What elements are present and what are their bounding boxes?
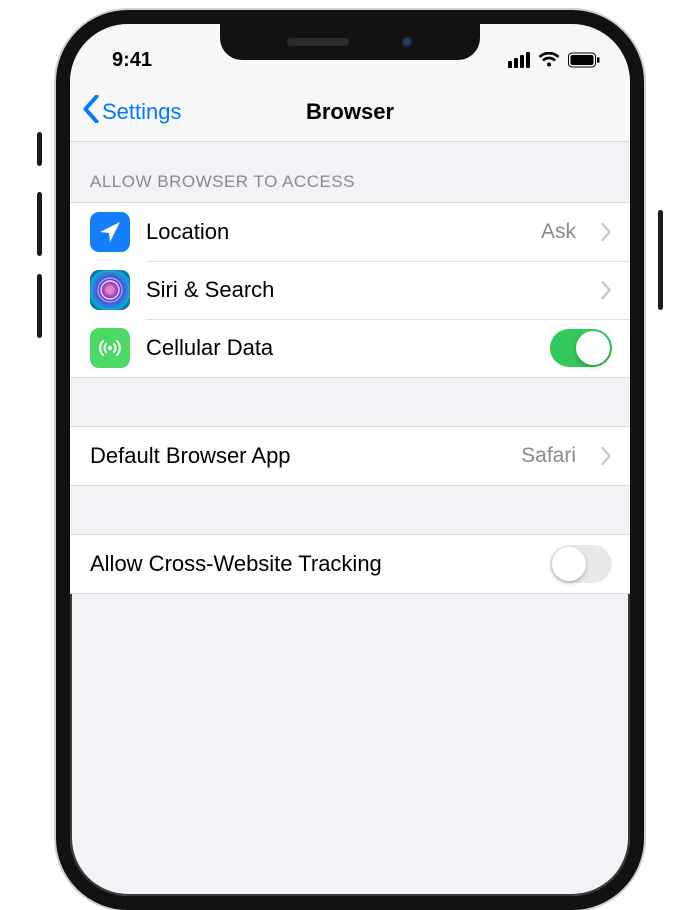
row-value: Safari (521, 444, 576, 468)
siri-icon (90, 270, 130, 310)
row-value: Ask (541, 220, 576, 244)
chevron-left-icon (82, 95, 100, 129)
row-label: Siri & Search (146, 277, 576, 303)
row-label: Default Browser App (90, 443, 505, 469)
location-icon (90, 212, 130, 252)
settings-group-privacy: Allow Cross-Website Tracking (70, 534, 630, 594)
cross-tracking-toggle[interactable] (550, 545, 612, 583)
chevron-right-icon (600, 281, 612, 299)
section-header-access: ALLOW BROWSER TO ACCESS (70, 142, 630, 202)
notch (220, 24, 480, 60)
cellular-data-icon (90, 328, 130, 368)
row-default-browser[interactable]: Default Browser App Safari (70, 427, 630, 485)
row-cross-website-tracking: Allow Cross-Website Tracking (70, 535, 630, 593)
battery-icon (568, 52, 600, 68)
row-cellular-data: Cellular Data (70, 319, 630, 377)
cellular-data-toggle[interactable] (550, 329, 612, 367)
back-button[interactable]: Settings (82, 95, 182, 129)
back-label: Settings (102, 99, 182, 125)
status-time: 9:41 (112, 49, 152, 72)
settings-group-access: Location Ask Siri & Search Cellular Data (70, 202, 630, 378)
phone-frame: 9:41 Settings Browser ALLOW BROWSER TO A… (56, 10, 644, 910)
row-label: Allow Cross-Website Tracking (90, 551, 534, 577)
row-siri-search[interactable]: Siri & Search (70, 261, 630, 319)
row-location[interactable]: Location Ask (70, 203, 630, 261)
row-label: Location (146, 219, 525, 245)
chevron-right-icon (600, 447, 612, 465)
row-label: Cellular Data (146, 335, 534, 361)
nav-bar: Settings Browser (70, 82, 630, 142)
settings-group-default: Default Browser App Safari (70, 426, 630, 486)
chevron-right-icon (600, 223, 612, 241)
wifi-icon (538, 52, 560, 68)
cellular-signal-icon (508, 52, 530, 68)
